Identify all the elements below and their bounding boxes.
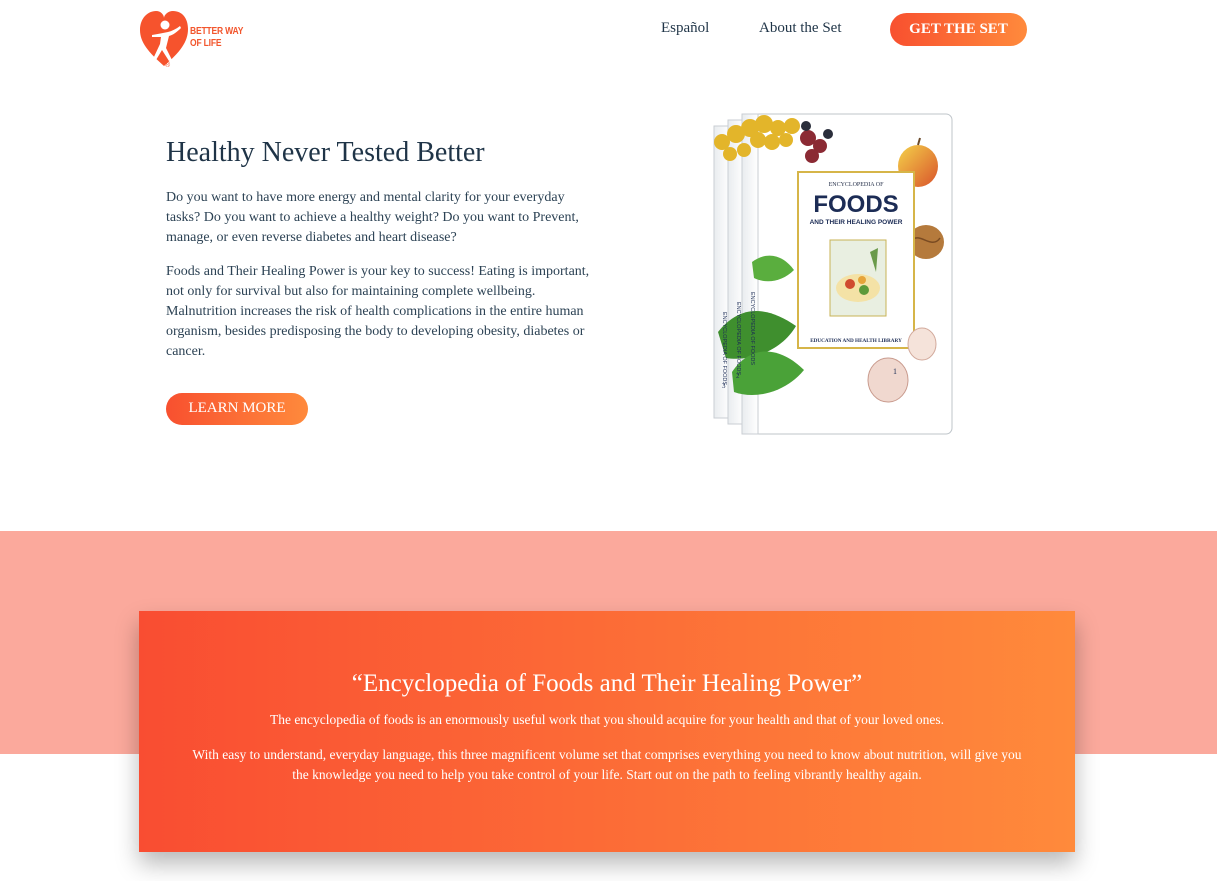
book-cover-footer: EDUCATION AND HEALTH LIBRARY — [810, 338, 902, 344]
book-spine-3: ENCYCLOPEDIA OF FOODS — [721, 312, 727, 385]
feature-card: “Encyclopedia of Foods and Their Healing… — [139, 611, 1075, 852]
book-cover-top: ENCYCLOPEDIA OF — [829, 182, 885, 188]
volume-number-2: 2 — [736, 372, 740, 380]
hero-title: Healthy Never Tested Better — [166, 137, 485, 168]
feature-paragraph-1: The encyclopedia of foods is an enormous… — [269, 712, 945, 727]
volume-number-3: 3 — [722, 382, 726, 390]
book-cover-title: FOODS — [813, 191, 898, 218]
heart-person-icon — [140, 11, 188, 66]
encyclopedia-book-set-image: ENCYCLOPEDIA OF FOODS AND THEIR HEALING … — [712, 112, 954, 438]
nav-espanol-link[interactable]: Español — [661, 20, 709, 37]
book-cover-subtitle: AND THEIR HEALING POWER — [810, 219, 903, 226]
book-spine-1: ENCYCLOPEDIA OF FOODS — [749, 292, 755, 365]
registered-mark: ® — [165, 62, 171, 69]
logo-wordmark: BETTER WAY OF LIFE — [190, 26, 244, 49]
feature-title: “Encyclopedia of Foods and Their Healing… — [351, 670, 863, 697]
learn-more-button[interactable]: LEARN MORE — [166, 393, 308, 425]
hero-paragraph-1: Do you want to have more energy and ment… — [166, 190, 579, 245]
nav-about-link[interactable]: About the Set — [759, 20, 842, 37]
get-the-set-button[interactable]: GET THE SET — [890, 13, 1027, 46]
feature-paragraph-2: With easy to understand, everyday langua… — [192, 747, 1022, 782]
book-spine-2: ENCYCLOPEDIA OF FOODS — [735, 302, 741, 375]
hero-paragraph-2: Foods and Their Healing Power is your ke… — [166, 264, 590, 359]
brand-logo[interactable]: BETTER WAY OF LIFE ® — [138, 8, 248, 72]
volume-number-1: 1 — [893, 367, 897, 376]
